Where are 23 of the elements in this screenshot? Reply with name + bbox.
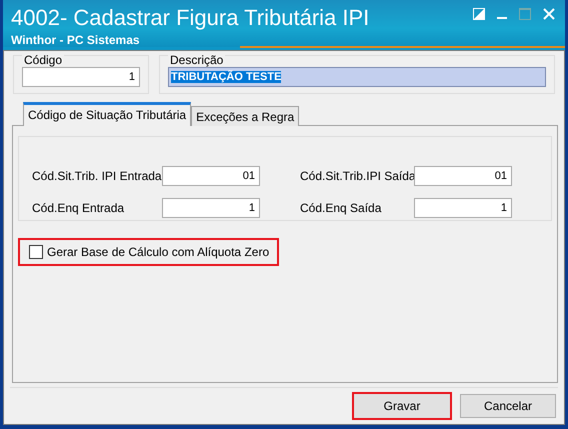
tab[interactable]: Código de Situação Tributária <box>23 102 192 126</box>
field-label: Cód.Enq Saída <box>300 201 382 215</box>
checkbox-row[interactable]: Gerar Base de Cálculo com Alíquota Zero <box>18 238 280 266</box>
restore-icon[interactable] <box>473 8 485 20</box>
close-icon[interactable] <box>543 8 555 20</box>
field-label: Descrição <box>168 53 226 67</box>
field-label: Cód.Sit.Trib.IPI Saída <box>300 169 414 183</box>
input-field[interactable]: 1 <box>22 67 140 87</box>
field-label: Código <box>22 53 64 67</box>
dialog-button[interactable]: Cancelar <box>460 394 556 418</box>
checkbox-label: Gerar Base de Cálculo com Alíquota Zero <box>47 245 270 259</box>
field-label: Cód.Enq Entrada <box>32 201 126 215</box>
dialog-button[interactable]: Gravar <box>352 392 452 420</box>
input-field[interactable]: 01 <box>162 166 260 186</box>
checkbox[interactable] <box>29 245 43 259</box>
field-label: Cód.Sit.Trib. IPI Entrada <box>32 169 162 183</box>
input-field[interactable]: 1 <box>162 198 260 218</box>
input-field[interactable]: 1 <box>414 198 512 218</box>
input-field[interactable]: 01 <box>414 166 512 186</box>
window-subtitle: Winthor - PC Sistemas <box>11 33 141 47</box>
tab[interactable]: Exceções a Regra <box>191 106 300 126</box>
input-field[interactable]: TRIBUTAÇÃO TESTE <box>168 67 546 87</box>
window-title: 4002- Cadastrar Figura Tributária IPI <box>11 5 370 31</box>
